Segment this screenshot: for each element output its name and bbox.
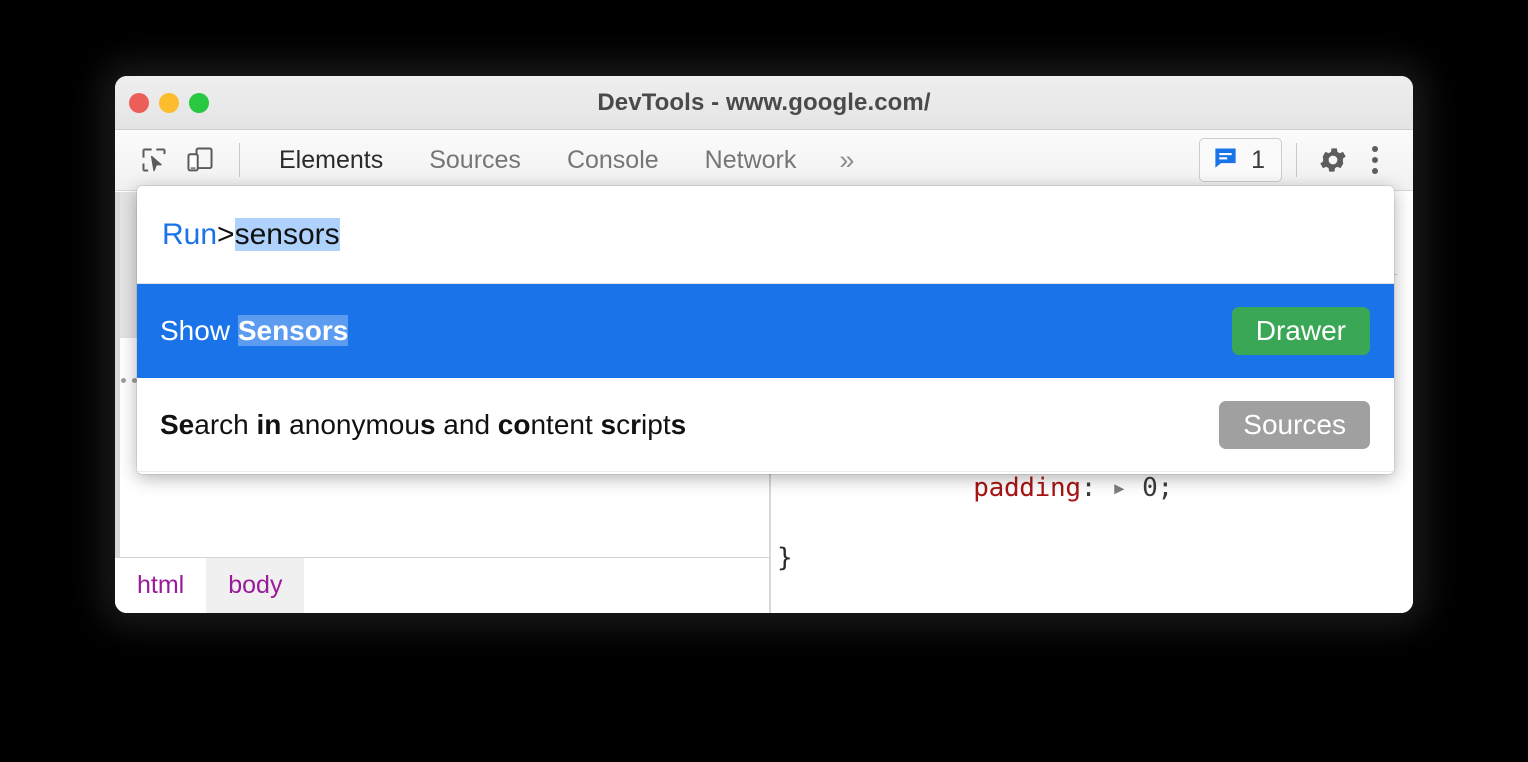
screenshot-stage: DevTools - www.google.com/ Elements (0, 0, 1528, 762)
expand-triangle-icon[interactable]: ▸ (1111, 473, 1126, 503)
more-tabs-chevron-icon[interactable]: » (819, 147, 874, 174)
tab-console[interactable]: Console (544, 146, 682, 175)
command-result-label: Search in anonymous and content scripts (160, 409, 686, 441)
command-result-tag: Drawer (1232, 307, 1370, 355)
toolbar-divider (239, 143, 240, 177)
kebab-menu-icon[interactable] (1355, 138, 1395, 182)
window-titlebar: DevTools - www.google.com/ (115, 76, 1413, 130)
command-palette: Run >sensors Show Sensors Drawer Search … (137, 186, 1394, 474)
css-property-value[interactable]: 0 (1142, 473, 1157, 503)
search-input-value[interactable]: sensors (235, 218, 340, 251)
toolbar-right-actions: 1 (1199, 138, 1395, 182)
command-result-tag: Sources (1219, 401, 1370, 449)
traffic-lights (115, 93, 209, 113)
search-input[interactable]: >sensors (217, 218, 340, 252)
command-result-show-sensors[interactable]: Show Sensors Drawer (137, 284, 1394, 378)
command-palette-input-row[interactable]: Run >sensors (137, 186, 1394, 284)
window-title: DevTools - www.google.com/ (115, 89, 1413, 117)
panel-resize-handle[interactable] (121, 378, 137, 383)
breadcrumb: html body (115, 557, 769, 613)
issues-message-icon (1212, 144, 1239, 176)
breadcrumb-item-html[interactable]: html (115, 558, 206, 613)
panel-tabs: Elements Sources Console Network » (256, 146, 874, 175)
toolbar-divider-right (1296, 143, 1297, 177)
issues-button[interactable]: 1 (1199, 138, 1282, 182)
command-result-label: Show Sensors (160, 315, 348, 347)
close-window-button[interactable] (129, 93, 149, 113)
tab-sources[interactable]: Sources (406, 146, 544, 175)
command-result-search-scripts[interactable]: Search in anonymous and content scripts … (137, 378, 1394, 472)
minimize-window-button[interactable] (159, 93, 179, 113)
zoom-window-button[interactable] (189, 93, 209, 113)
inspect-element-icon[interactable] (131, 140, 177, 180)
css-property-name[interactable]: padding (973, 473, 1080, 503)
tab-elements[interactable]: Elements (256, 146, 406, 175)
command-palette-prefix: Run (162, 218, 217, 252)
css-closing-brace: } (777, 541, 1173, 576)
gear-icon[interactable] (1311, 138, 1355, 182)
devtools-toolbar: Elements Sources Console Network » 1 (115, 130, 1413, 191)
command-chevron: > (217, 218, 235, 251)
device-toolbar-icon[interactable] (177, 140, 223, 180)
tab-network[interactable]: Network (682, 146, 820, 175)
issues-count: 1 (1251, 146, 1265, 175)
breadcrumb-item-body[interactable]: body (206, 558, 304, 613)
